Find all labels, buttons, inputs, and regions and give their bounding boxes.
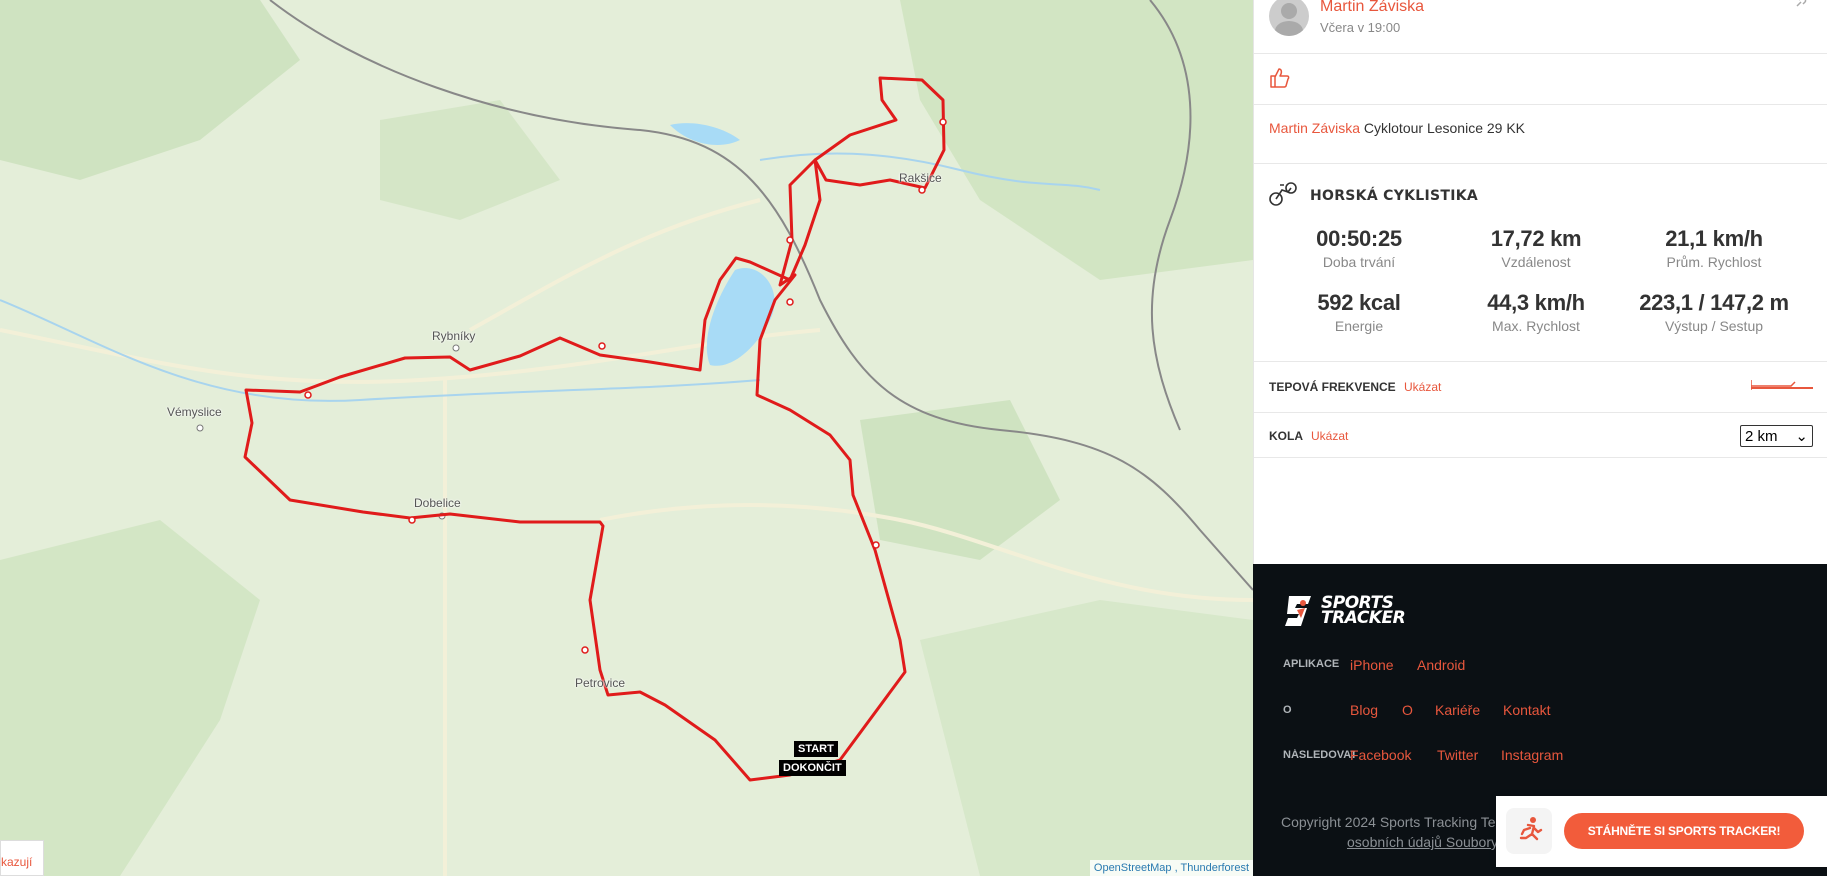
start-marker[interactable]: START [794, 741, 838, 757]
route-map[interactable]: Vémyslice Rybníky Dobelice Petrovice Rak… [0, 0, 1253, 876]
stat-duration: 00:50:25 Doba trvání [1269, 226, 1449, 270]
footer-link-blog[interactable]: Blog [1350, 702, 1378, 718]
avatar[interactable] [1269, 0, 1309, 36]
workout-summary: HORSKÁ CYKLISTIKA 00:50:25 Doba trvání 1… [1254, 164, 1827, 362]
logo-wordmark[interactable]: SPORTS TRACKER [1321, 595, 1406, 628]
stat-value: 223,1 / 147,2 m [1639, 290, 1789, 315]
stat-label: Prům. Rychlost [1666, 254, 1762, 270]
app-root: Vémyslice Rybníky Dobelice Petrovice Rak… [0, 0, 1827, 876]
link-icon[interactable] [1789, 0, 1809, 14]
map-control-label: kazují [1, 855, 33, 869]
laps-selected-value: 2 km [1745, 427, 1778, 445]
app-icon [1506, 808, 1552, 854]
map-control[interactable]: kazují [0, 840, 44, 876]
runner-icon [1519, 817, 1543, 841]
place-label: Vémyslice [167, 405, 222, 419]
sports-tracker-logo-icon[interactable] [1283, 594, 1315, 628]
stat-value: 592 kcal [1317, 290, 1401, 315]
thumbs-up-icon[interactable] [1268, 66, 1292, 90]
laps-interval-select[interactable]: 2 km ⌄ [1740, 425, 1813, 447]
footer-link-about[interactable]: O [1402, 702, 1413, 718]
stat-label: Energie [1334, 318, 1384, 334]
description-text: Cyklotour Lesonice 29 KK [1363, 120, 1526, 136]
stat-value: 00:50:25 [1316, 226, 1402, 251]
finish-marker[interactable]: DOKONČIT [779, 760, 846, 776]
footer-link-careers[interactable]: Kariéře [1435, 702, 1480, 718]
workout-description: Martin Záviska Cyklotour Lesonice 29 KK [1269, 120, 1525, 136]
footer-link-twitter[interactable]: Twitter [1437, 747, 1478, 763]
place-label: Rybníky [432, 329, 476, 343]
post-time: Včera v 19:00 [1320, 20, 1401, 35]
sport-name: HORSKÁ CYKLISTIKA [1310, 188, 1479, 204]
stat-value: 17,72 km [1490, 226, 1582, 251]
post-header: Martin Záviska Včera v 19:00 [1254, 0, 1827, 54]
stat-label: Doba trvání [1322, 254, 1396, 270]
stat-label: Max. Rychlost [1492, 318, 1580, 334]
apps-label: APLIKACE [1283, 658, 1340, 670]
reactions-row [1254, 54, 1827, 105]
footer-link-contact[interactable]: Kontakt [1503, 702, 1550, 718]
heart-rate-show-link[interactable]: Ukázat [1404, 380, 1441, 394]
laps-title: KOLA [1269, 429, 1303, 443]
place-label: Dobelice [414, 496, 461, 510]
stat-max-speed: 44,3 km/h Max. Rychlost [1446, 290, 1626, 334]
map-canvas [0, 0, 1253, 876]
download-banner: STÁHNĚTE SI SPORTS TRACKER! [1496, 796, 1827, 867]
map-attribution[interactable]: OpenStreetMap , Thunderforest [1089, 860, 1253, 876]
laps-row: KOLA Ukázat 2 km ⌄ [1254, 413, 1827, 458]
follow-label: NÁSLEDOVAT [1283, 749, 1355, 761]
stat-avg-speed: 21,1 km/h Prům. Rychlost [1624, 226, 1804, 270]
description-row: Martin Záviska Cyklotour Lesonice 29 KK [1254, 105, 1827, 164]
stat-label: Vzdálenost [1501, 254, 1571, 270]
chevron-down-icon: ⌄ [1795, 428, 1808, 445]
laps-show-link[interactable]: Ukázat [1311, 429, 1348, 443]
stat-energy: 592 kcal Energie [1269, 290, 1449, 334]
heart-rate-title: TEPOVÁ FREKVENCE [1269, 380, 1396, 394]
stat-value: 44,3 km/h [1487, 290, 1585, 315]
about-label: O [1283, 704, 1292, 716]
footer-link-iphone[interactable]: iPhone [1350, 657, 1394, 673]
footer-link-facebook[interactable]: Facebook [1350, 747, 1411, 763]
place-label: Rakšice [899, 171, 942, 185]
place-label: Petrovice [575, 676, 626, 690]
heart-rate-sparkline [1751, 380, 1813, 390]
copyright-text: Copyright 2024 Sports Tracking Te [1281, 814, 1496, 830]
heart-rate-row: TEPOVÁ FREKVENCE Ukázat [1254, 362, 1827, 413]
user-name-link[interactable]: Martin Záviska [1320, 0, 1424, 16]
footer-link-android[interactable]: Android [1417, 657, 1465, 673]
stat-ascent-descent: 223,1 / 147,2 m Výstup / Sestup [1624, 290, 1804, 334]
download-app-button[interactable]: STÁHNĚTE SI SPORTS TRACKER! [1564, 813, 1804, 849]
stat-label: Výstup / Sestup [1664, 318, 1764, 334]
footer-link-instagram[interactable]: Instagram [1501, 747, 1563, 763]
description-user-link[interactable]: Martin Záviska [1269, 120, 1360, 136]
stat-distance: 17,72 km Vzdálenost [1446, 226, 1626, 270]
mountain-bike-icon [1269, 182, 1297, 206]
stat-value: 21,1 km/h [1665, 226, 1763, 251]
logo-line2: TRACKER [1321, 608, 1406, 628]
privacy-link[interactable]: osobních údajů Soubory [1347, 834, 1498, 850]
